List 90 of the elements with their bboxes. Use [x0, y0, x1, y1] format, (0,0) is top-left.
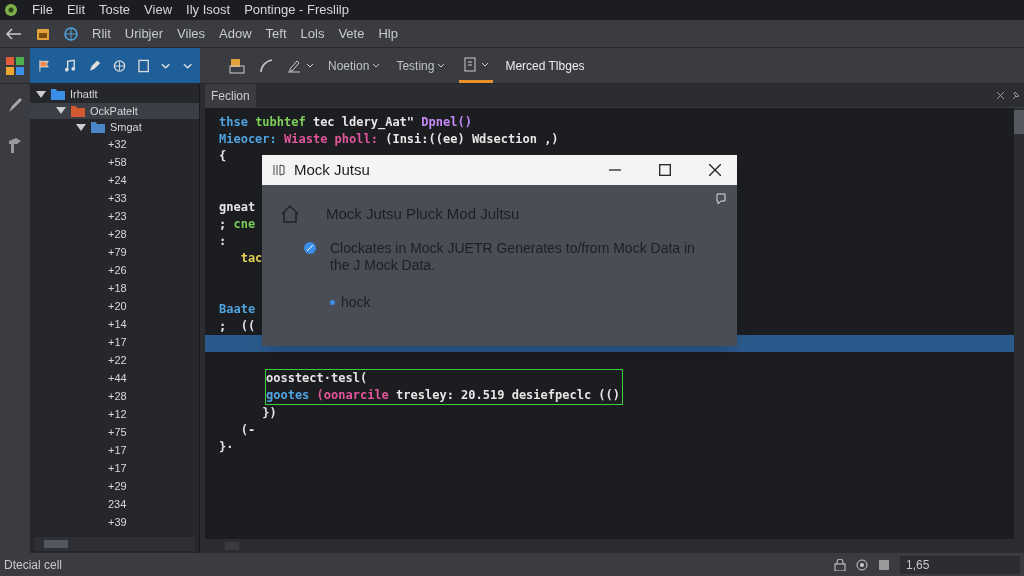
code-line: { — [219, 149, 227, 163]
hammer-icon[interactable] — [7, 136, 23, 154]
code-line: oosstect·tesl( — [266, 371, 368, 385]
menu-item[interactable]: Rlit — [92, 23, 111, 44]
dropdown-button[interactable]: Noetion — [326, 56, 383, 75]
tree-item[interactable]: Smgat — [30, 119, 199, 136]
editor-tab[interactable]: Feclion — [205, 83, 256, 108]
tree-item[interactable]: +28 — [108, 388, 127, 405]
printer-icon[interactable] — [228, 56, 246, 75]
vertical-scrollbar[interactable] — [1014, 108, 1024, 539]
tree-item[interactable]: +17 — [108, 334, 127, 351]
horizontal-scrollbar[interactable] — [205, 539, 1024, 553]
chevron-down-icon[interactable] — [437, 63, 446, 68]
code-line: thse tubhtef tec ldery_Aat" Dpnel() — [219, 115, 472, 129]
tree-item[interactable]: +17 — [108, 460, 127, 477]
tree-item[interactable]: OckPatelt — [30, 102, 199, 119]
tree-item[interactable]: +24 — [108, 172, 127, 189]
menu-item[interactable]: Vete — [338, 23, 365, 44]
home-icon — [280, 204, 300, 225]
tree-item[interactable]: 234 — [108, 496, 127, 513]
tree-item[interactable]: +44 — [108, 370, 127, 387]
menu-item[interactable]: Ily Isost — [186, 0, 231, 20]
bullet-icon — [330, 299, 335, 305]
tree-item[interactable]: +33 — [108, 190, 127, 207]
status-text: Dtecial cell — [4, 556, 63, 574]
tree-item[interactable]: +58 — [108, 154, 127, 171]
code-line: ; (( — [219, 319, 256, 333]
apps-icon[interactable] — [5, 55, 25, 76]
dropdown-button[interactable]: Testing — [394, 56, 448, 75]
chevron-down-icon[interactable] — [306, 63, 314, 68]
tree-item[interactable]: +22 — [108, 352, 127, 369]
code-line: (- — [239, 423, 256, 437]
code-line: }) — [261, 406, 277, 420]
tree-item[interactable]: Irhatlt — [30, 86, 199, 103]
pencil-icon[interactable] — [7, 96, 23, 114]
code-line: }· — [219, 440, 234, 454]
close-icon[interactable] — [709, 164, 721, 176]
tree-item[interactable]: +12 — [108, 406, 127, 423]
chevron-down-icon[interactable] — [161, 62, 171, 69]
flag-icon[interactable] — [38, 58, 52, 73]
toolbar-label: Merced Tlbges — [505, 57, 585, 75]
tree-item[interactable]: +75 — [108, 424, 127, 441]
menu-item[interactable]: Teft — [265, 23, 287, 44]
tree-item[interactable]: +39 — [108, 514, 127, 531]
dialog-title: Mock Jutsu — [294, 159, 371, 180]
window-title: Pontinge - Freslilp — [244, 1, 349, 20]
code-line: Mieocer: Wiaste pholl: (Insi:((ee) Wdsection ,) — [219, 132, 559, 146]
tree-item[interactable]: +18 — [108, 280, 127, 297]
code-line: tac — [239, 251, 263, 265]
menu-item[interactable]: Adow — [219, 23, 252, 44]
menu-item[interactable]: Lols — [300, 23, 325, 44]
position-field[interactable]: 1,65 — [900, 555, 1020, 574]
tree-item[interactable]: +26 — [108, 262, 127, 279]
menu-item[interactable]: Viles — [177, 23, 206, 44]
folder-icon — [71, 104, 85, 117]
pencil-icon[interactable] — [88, 58, 102, 73]
tree-item[interactable]: +32 — [108, 136, 127, 153]
document-icon[interactable] — [138, 58, 150, 73]
music-note-icon[interactable] — [63, 58, 77, 73]
back-arrow-icon[interactable] — [6, 27, 22, 40]
chevron-down-icon[interactable] — [372, 63, 381, 68]
menu-item[interactable]: Elit — [66, 0, 85, 20]
code-line: gootes (oonarcile tresley: 20.519 desiefpeclc (() — [266, 388, 621, 402]
chevron-down-icon[interactable] — [182, 62, 192, 69]
tree-item[interactable]: +28 — [108, 226, 127, 243]
tree-item[interactable]: +17 — [108, 442, 127, 459]
tree-item[interactable]: +14 — [108, 316, 127, 333]
code-line: : — [219, 234, 227, 248]
calendar-icon[interactable] — [36, 26, 50, 41]
tree-item[interactable]: +23 — [108, 208, 127, 225]
code-line: gneat — [219, 200, 256, 214]
code-line: Baate — [219, 302, 256, 316]
folder-icon — [91, 121, 105, 134]
code-line: ; cne — [219, 217, 256, 231]
lock-icon[interactable] — [834, 558, 846, 571]
menu-item[interactable]: Uribjer — [124, 23, 164, 44]
horizontal-scrollbar[interactable] — [34, 537, 195, 551]
maximize-icon[interactable] — [659, 164, 671, 176]
menu-item[interactable]: Hlp — [378, 23, 398, 44]
curve-icon[interactable] — [258, 57, 274, 74]
clipboard-icon — [463, 56, 478, 72]
tree-item[interactable]: +79 — [108, 244, 127, 261]
tree-item[interactable]: +29 — [108, 478, 127, 495]
chevron-down-icon[interactable] — [481, 61, 490, 67]
menu-item[interactable]: View — [144, 0, 173, 20]
menu-item[interactable]: File — [32, 0, 53, 20]
app-logo-icon — [4, 3, 18, 17]
tree-item[interactable]: +20 — [108, 298, 127, 315]
menu-item[interactable]: Toste — [99, 0, 131, 20]
target-icon[interactable] — [856, 558, 868, 571]
